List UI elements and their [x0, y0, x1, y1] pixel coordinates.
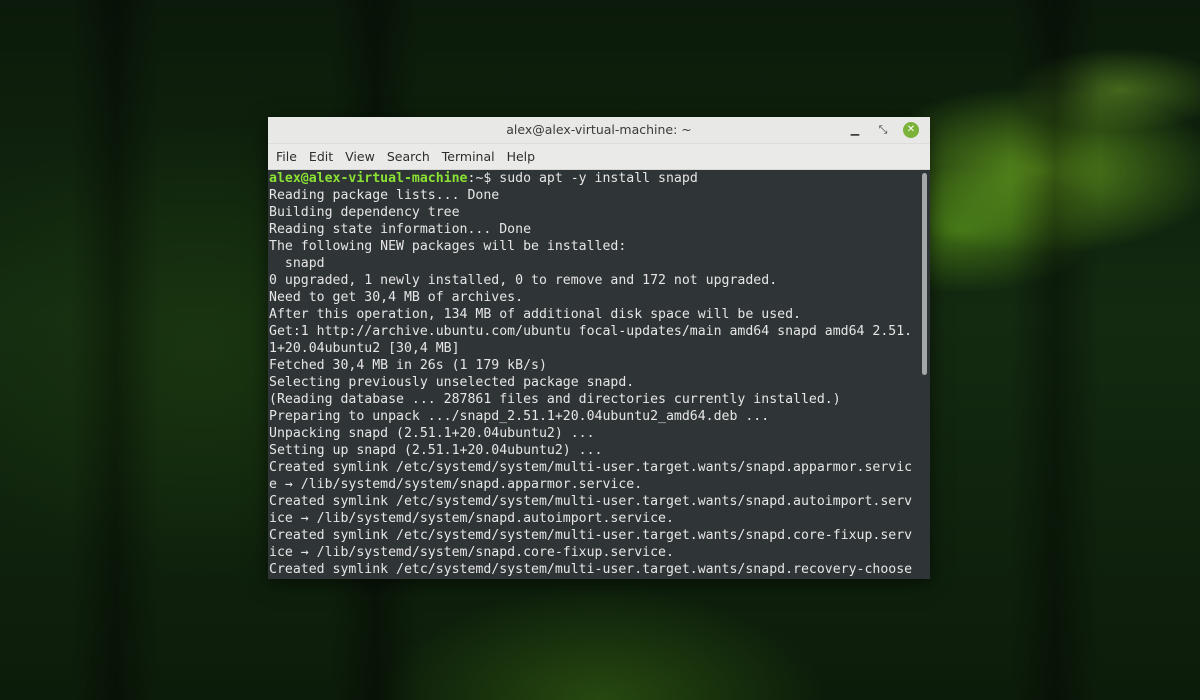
close-icon[interactable]: ✕ [903, 122, 919, 138]
title-bar[interactable]: alex@alex-virtual-machine: ~ ▁ ⤡ ✕ [268, 117, 930, 144]
output-line: Created symlink /etc/systemd/system/mult… [269, 494, 913, 509]
output-line: Reading package lists... Done [269, 188, 500, 203]
output-line: After this operation, 134 MB of addition… [269, 307, 801, 322]
prompt-path: :~$ [467, 171, 500, 186]
output-line: The following NEW packages will be insta… [269, 239, 627, 254]
output-line: ice → /lib/systemd/system/snapd.autoimpo… [269, 511, 674, 526]
minimize-icon[interactable]: ▁ [846, 121, 864, 139]
menu-terminal[interactable]: Terminal [437, 149, 500, 164]
menu-help[interactable]: Help [502, 149, 541, 164]
menu-bar: File Edit View Search Terminal Help [268, 144, 930, 170]
output-line: Created symlink /etc/systemd/system/mult… [269, 460, 913, 475]
wallpaper-stripe [70, 0, 160, 700]
terminal-scrollbar[interactable] [918, 170, 930, 579]
output-line: ice → /lib/systemd/system/snapd.core-fix… [269, 545, 674, 560]
prompt-user: alex@alex-virtual-machine [269, 171, 468, 186]
window-title: alex@alex-virtual-machine: ~ [506, 122, 692, 137]
output-line: Created symlink /etc/systemd/system/mult… [269, 562, 913, 577]
command-line: alex@alex-virtual-machine:~$ sudo apt -y… [268, 170, 918, 187]
output-line: Need to get 30,4 MB of archives. [269, 290, 524, 305]
scrollbar-thumb[interactable] [922, 173, 927, 375]
output-line: Fetched 30,4 MB in 26s (1 179 kB/s) [269, 358, 547, 373]
output-line: snapd [269, 256, 325, 271]
output-line: Building dependency tree [269, 205, 460, 220]
output-line: Preparing to unpack .../snapd_2.51.1+20.… [269, 409, 770, 424]
terminal-output[interactable]: alex@alex-virtual-machine:~$ sudo apt -y… [268, 170, 918, 579]
output-line: (Reading database ... 287861 files and d… [269, 392, 841, 407]
output-line: Unpacking snapd (2.51.1+20.04ubuntu2) ..… [269, 426, 595, 441]
output-line: Get:1 http://archive.ubuntu.com/ubuntu f… [269, 324, 913, 339]
menu-edit[interactable]: Edit [304, 149, 338, 164]
menu-search[interactable]: Search [382, 149, 435, 164]
output-line: e → /lib/systemd/system/snapd.apparmor.s… [269, 477, 643, 492]
output-line: 1+20.04ubuntu2 [30,4 MB] [269, 341, 460, 356]
menu-file[interactable]: File [271, 149, 302, 164]
output-line: Reading state information... Done [269, 222, 532, 237]
output-line: Setting up snapd (2.51.1+20.04ubuntu2) .… [269, 443, 603, 458]
output-line: Selecting previously unselected package … [269, 375, 635, 390]
output-line: 0 upgraded, 1 newly installed, 0 to remo… [269, 273, 778, 288]
menu-view[interactable]: View [340, 149, 380, 164]
restore-icon[interactable]: ⤡ [874, 121, 892, 139]
terminal-window[interactable]: alex@alex-virtual-machine: ~ ▁ ⤡ ✕ File … [268, 117, 930, 579]
wallpaper-stripe [1010, 0, 1100, 700]
command-text: sudo apt -y install snapd [499, 171, 698, 186]
output-line: Created symlink /etc/systemd/system/mult… [269, 528, 913, 543]
